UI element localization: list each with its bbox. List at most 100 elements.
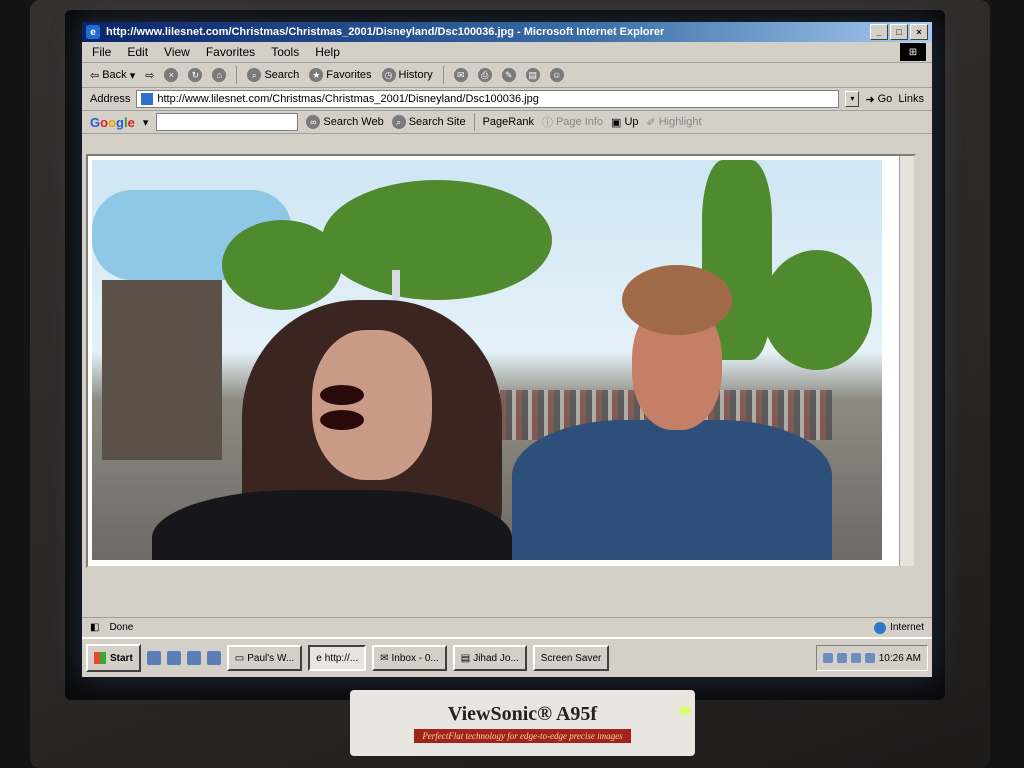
power-led <box>680 708 690 713</box>
page-icon <box>141 93 154 105</box>
sunglasses <box>320 385 430 430</box>
quicklaunch-media-icon[interactable] <box>206 651 221 665</box>
close-icon[interactable]: × <box>910 24 928 40</box>
globe-icon <box>874 621 887 634</box>
taskbar-item[interactable]: ▭ Paul's W... <box>226 645 303 671</box>
up-button[interactable]: ▣ Up <box>611 116 638 129</box>
favorites-label: Favorites <box>326 69 372 81</box>
history-icon: ◷ <box>381 68 396 82</box>
links-button[interactable]: Links <box>898 93 924 105</box>
document-icon: ▤ <box>460 652 471 664</box>
title-bar[interactable]: e http://www.lilesnet.com/Christmas/Chri… <box>82 22 932 42</box>
quicklaunch-desktop-icon[interactable] <box>146 651 161 665</box>
logo-letter: e <box>127 114 135 130</box>
google-toolbar: Google ▾ ∞ Search Web ⌕ Search Site Page… <box>82 111 932 134</box>
status-text: Done <box>109 622 134 633</box>
menu-edit[interactable]: Edit <box>127 45 148 59</box>
minimize-icon[interactable]: _ <box>870 24 888 40</box>
browser-window: e http://www.lilesnet.com/Christmas/Chri… <box>82 22 932 677</box>
menu-bar: File Edit View Favorites Tools Help ⊞ <box>82 42 932 63</box>
person-man-hair <box>622 265 732 335</box>
highlight-button[interactable]: ✐ Highlight <box>647 116 702 129</box>
tray-antivirus-icon[interactable] <box>850 653 861 663</box>
person-man-jacket <box>512 420 832 560</box>
back-label: Back <box>102 69 127 81</box>
print-button[interactable]: ⎙ <box>477 68 492 82</box>
search-site-button[interactable]: ⌕ Search Site <box>391 115 466 129</box>
go-button[interactable]: ➜ Go <box>865 93 892 106</box>
menu-help[interactable]: Help <box>315 45 340 59</box>
edit-button[interactable]: ✎ <box>501 68 516 82</box>
ie-icon: e <box>86 25 100 39</box>
history-label: History <box>398 69 433 81</box>
page-done-icon: ◧ <box>90 622 100 633</box>
taskbar-item[interactable]: ▤ Jihad Jo... <box>452 645 527 671</box>
page-info-label: Page Info <box>555 116 604 128</box>
tray-volume-icon[interactable] <box>836 653 847 663</box>
google-logo[interactable]: Google <box>90 115 135 130</box>
chevron-down-icon[interactable]: ▾ <box>143 116 149 129</box>
logo-letter: g <box>116 114 124 130</box>
brand-tagline: PerfectFlat technology for edge-to-edge … <box>414 729 631 743</box>
highlighter-icon: ✐ <box>646 116 656 129</box>
tray-network-icon[interactable] <box>822 653 833 663</box>
forward-arrow-icon: ⇨ <box>145 69 155 82</box>
back-arrow-icon: ⇦ <box>90 69 100 82</box>
tray-messenger-icon[interactable] <box>864 653 875 663</box>
home-button[interactable]: ⌂ <box>212 68 227 82</box>
monitor-brand-label: ViewSonic® A95f PerfectFlat technology f… <box>350 690 695 756</box>
back-button[interactable]: ⇦ Back ▾ <box>90 69 135 82</box>
toolbar-divider <box>473 113 475 131</box>
search-button[interactable]: ⌕ Search <box>247 68 299 82</box>
system-tray: 10:26 AM <box>815 645 928 671</box>
page-info-button[interactable]: ⓘ Page Info <box>542 114 603 130</box>
quicklaunch-outlook-icon[interactable] <box>186 651 201 665</box>
google-search-input[interactable] <box>156 113 299 131</box>
start-button[interactable]: Start <box>86 644 141 672</box>
go-label: Go <box>877 93 893 105</box>
menu-tools[interactable]: Tools <box>271 45 299 59</box>
address-dropdown-icon[interactable]: ▾ <box>845 91 860 107</box>
taskbar-item-label: Inbox - 0... <box>391 652 439 664</box>
search-web-button[interactable]: ∞ Search Web <box>306 115 384 129</box>
tree <box>322 180 552 300</box>
maximize-icon[interactable]: □ <box>890 24 908 40</box>
favorites-button[interactable]: ★ Favorites <box>309 68 372 82</box>
menu-view[interactable]: View <box>164 45 190 59</box>
tray-clock[interactable]: 10:26 AM <box>879 653 921 664</box>
menu-favorites[interactable]: Favorites <box>206 45 255 59</box>
inbox-icon: ✉ <box>380 652 389 664</box>
pagerank-indicator[interactable]: PageRank <box>483 116 534 128</box>
mail-button[interactable]: ✉ <box>453 68 468 82</box>
logo-letter: o <box>108 114 117 130</box>
go-arrow-icon: ➜ <box>865 93 875 106</box>
logo-letter: G <box>90 114 101 130</box>
vertical-scrollbar[interactable] <box>899 156 914 566</box>
highlight-label: Highlight <box>658 116 702 128</box>
menu-file[interactable]: File <box>92 45 111 59</box>
page-content <box>86 154 916 568</box>
stop-button[interactable]: × <box>164 68 179 82</box>
mail-icon: ✉ <box>453 68 468 82</box>
taskbar-item[interactable]: ✉ Inbox - 0... <box>372 645 447 671</box>
history-button[interactable]: ◷ History <box>381 68 433 82</box>
taskbar-item[interactable]: Screen Saver <box>532 645 610 671</box>
displayed-photo <box>92 160 882 560</box>
binoculars-icon: ∞ <box>306 115 321 129</box>
address-bar: Address http://www.lilesnet.com/Christma… <box>82 88 932 111</box>
quicklaunch-ie-icon[interactable] <box>166 651 181 665</box>
person-woman-sweater <box>152 490 512 560</box>
windows-flag-icon <box>94 652 106 664</box>
toolbar-divider <box>442 66 444 84</box>
print-icon: ⎙ <box>477 68 492 82</box>
address-input[interactable]: http://www.lilesnet.com/Christmas/Christ… <box>136 90 840 108</box>
chevron-down-icon: ▾ <box>129 69 136 82</box>
search-site-icon: ⌕ <box>391 115 406 129</box>
taskbar-item[interactable]: e http://... <box>308 645 367 671</box>
edit-icon: ✎ <box>501 68 516 82</box>
refresh-button[interactable]: ↻ <box>188 68 203 82</box>
home-icon: ⌂ <box>212 68 227 82</box>
forward-button[interactable]: ⇨ <box>145 69 154 82</box>
messenger-button[interactable]: ☺ <box>549 68 564 82</box>
discuss-button[interactable]: ▤ <box>525 68 540 82</box>
